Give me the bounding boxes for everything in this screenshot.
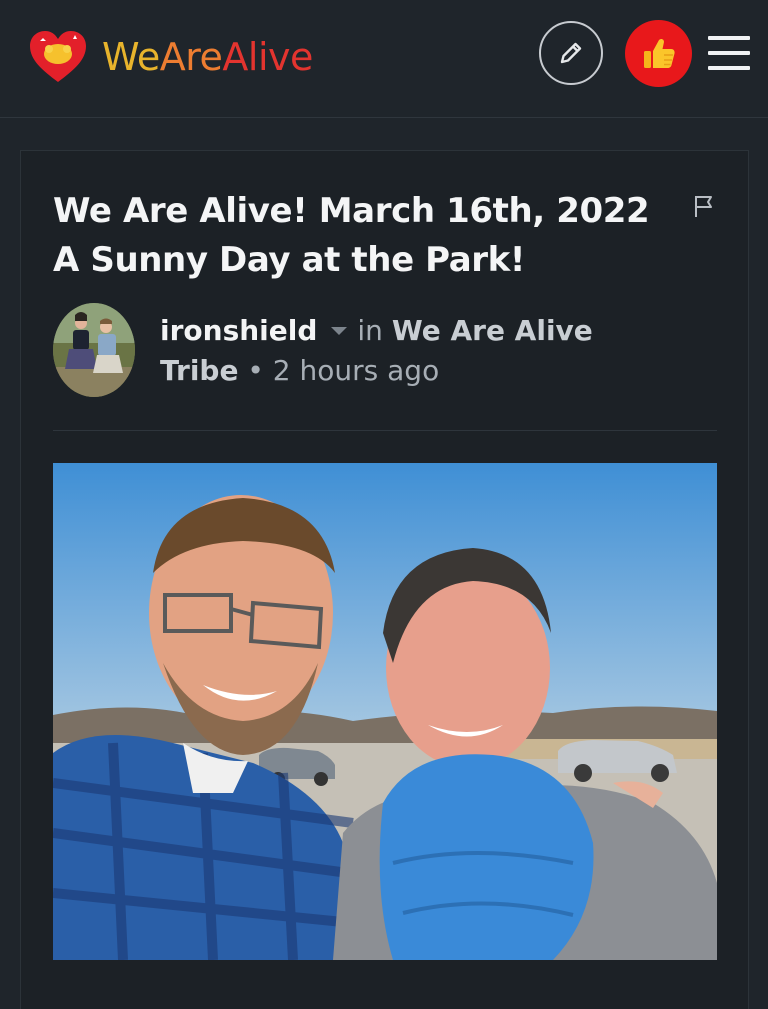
post-byline: ironshield in We Are Alive Tribe • 2 hour… [160,311,680,391]
in-label: in [357,314,383,347]
post-time: 2 hours ago [272,354,440,387]
app: WeAreAlive We Are Alive! March 16th, 202… [0,0,768,1009]
thumbs-up-icon [643,38,675,68]
post-card: We Are Alive! March 16th, 2022 A Sunny D… [20,150,749,1009]
hamburger-menu-icon[interactable] [708,36,750,70]
create-post-button[interactable] [539,21,603,85]
menu-line [708,66,750,70]
meta-separator: • [247,354,264,387]
upvote-button[interactable] [625,20,692,87]
top-navbar: WeAreAlive [0,0,768,118]
brand-name: WeAreAlive [102,38,313,76]
post-image[interactable] [53,463,717,960]
brand-word-alive: Alive [222,35,313,79]
brand-word-are: Are [159,35,223,79]
author-name[interactable]: ironshield [160,314,317,347]
author-avatar[interactable] [53,303,135,397]
menu-line [708,51,750,55]
divider [53,430,717,431]
pencil-icon [560,42,582,64]
post-title[interactable]: We Are Alive! March 16th, 2022 A Sunny D… [53,187,653,285]
selfie-photo [53,463,717,960]
flag-icon[interactable] [693,194,715,218]
post-meta: ironshield in We Are Alive Tribe • 2 hour… [53,303,713,403]
brand-word-we: We [102,35,160,79]
author-dropdown-caret-icon[interactable] [331,327,348,335]
avatar-photo [53,303,135,397]
menu-line [708,36,750,40]
site-logo[interactable]: WeAreAlive [28,30,313,84]
heart-logo-icon [30,31,86,82]
